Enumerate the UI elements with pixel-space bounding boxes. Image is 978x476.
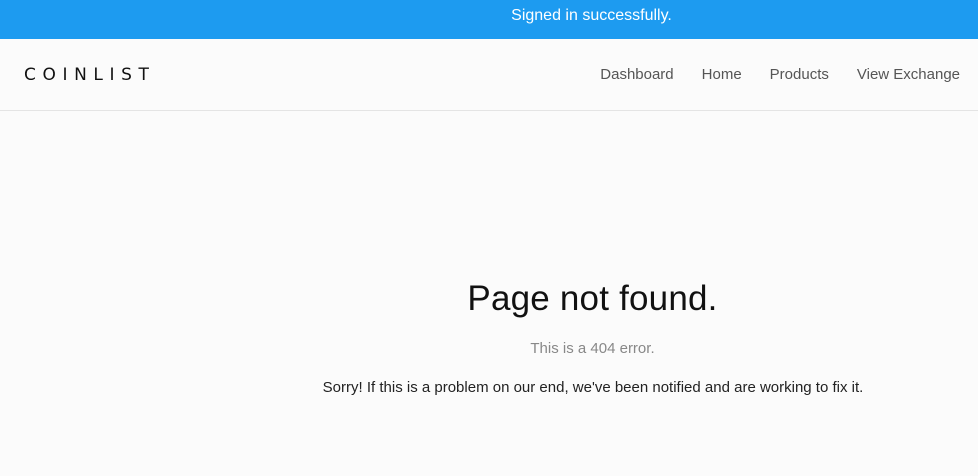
nav-link-products[interactable]: Products <box>770 63 829 87</box>
nav-link-home[interactable]: Home <box>702 63 742 87</box>
coinlist-logo[interactable]: COINLIST <box>24 63 155 87</box>
top-navbar: COINLIST Dashboard Home Products View Ex… <box>0 39 978 111</box>
flash-banner: Signed in successfully. <box>0 0 978 39</box>
nav-link-view-exchange[interactable]: View Exchange <box>857 63 960 87</box>
main-content: Page not found. This is a 404 error. Sor… <box>0 112 978 476</box>
nav-link-dashboard[interactable]: Dashboard <box>600 63 673 87</box>
error-code-text: This is a 404 error. <box>530 340 655 357</box>
nav-links: Dashboard Home Products View Exchange <box>572 63 960 87</box>
error-message: Sorry! If this is a problem on our end, … <box>322 379 864 396</box>
flash-message: Signed in successfully. <box>511 7 672 24</box>
page-title: Page not found. <box>467 279 718 318</box>
